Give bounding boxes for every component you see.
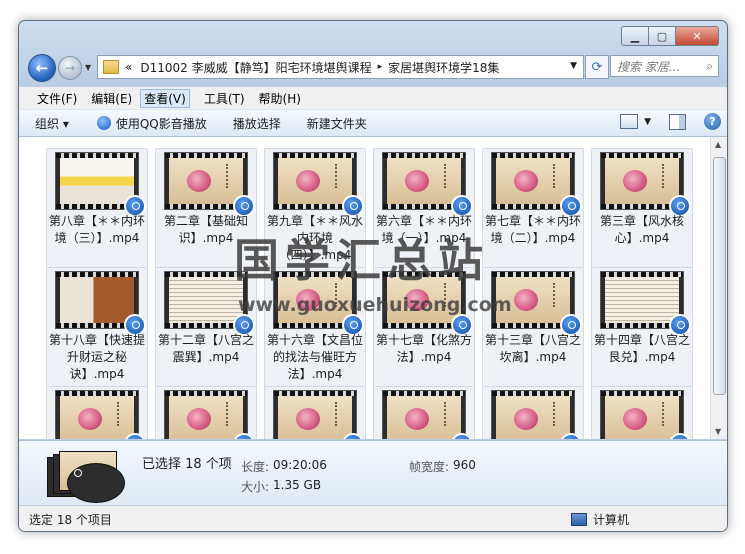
file-item[interactable]: 第三章【风水核心】.mp4 (591, 148, 693, 268)
file-item[interactable] (373, 386, 475, 439)
video-thumbnail (491, 152, 582, 217)
recent-pages-dropdown[interactable]: ▼ (85, 63, 91, 72)
video-thumbnail (55, 152, 146, 217)
length-value: 09:20:06 (273, 458, 327, 472)
file-name: 第十三章【八宫之坎离】.mp4 (484, 333, 581, 364)
close-button[interactable]: ✕ (676, 26, 719, 46)
play-with-qq-button[interactable]: 使用QQ影音播放 (96, 115, 207, 132)
video-thumbnail (164, 390, 255, 439)
details-pane: 已选择 18 个项 长度: 09:20:06 大小: 1.35 GB 帧宽度: … (19, 440, 727, 505)
back-button[interactable]: ← (28, 54, 56, 82)
video-thumbnail (273, 390, 364, 439)
organize-label: 组织 ▾ (35, 116, 69, 131)
video-thumbnail (55, 390, 146, 439)
navigation-row: ← → ▼ « D11002 李威威【静笃】阳宅环境堪舆课程 ▸ 家居堪舆环境学… (19, 51, 727, 85)
search-placeholder: 搜索 家居... (617, 59, 681, 74)
search-icon[interactable]: ⌕ (706, 59, 713, 74)
file-name: 第十六章【文昌位的找法与催旺方法】.mp4 (266, 333, 363, 381)
view-options-icon[interactable] (620, 114, 639, 129)
breadcrumb-separator[interactable]: ▸ (378, 62, 383, 72)
caption-buttons: ▁ ▢ ✕ (621, 26, 719, 46)
file-item[interactable]: 第十八章【快速提升财运之秘诀】.mp4 (46, 267, 148, 387)
help-icon[interactable]: ? (704, 113, 721, 130)
qq-player-icon (96, 116, 111, 130)
file-item[interactable]: 第八章【＊＊内环境（三）】.mp4 (46, 148, 148, 268)
video-thumbnail (600, 271, 691, 336)
file-name: 第三章【风水核心】.mp4 (599, 214, 684, 245)
length-label: 长度: (241, 460, 270, 474)
file-name: 第十四章【八宫之艮兑】.mp4 (593, 333, 690, 364)
menu-tools[interactable]: 工具(T) (204, 90, 245, 107)
scrollbar-thumb[interactable] (713, 157, 726, 395)
file-item[interactable]: 第十三章【八宫之坎离】.mp4 (482, 267, 584, 387)
frame-width-value: 960 (453, 458, 476, 472)
refresh-button[interactable]: ⟳ (585, 55, 609, 79)
size-value: 1.35 GB (273, 478, 322, 492)
scroll-down-icon[interactable]: ▼ (715, 427, 721, 436)
folder-icon (103, 60, 119, 74)
preview-pane-icon[interactable] (669, 113, 686, 130)
status-computer-label: 计算机 (593, 513, 630, 527)
play-selection-button[interactable]: 播放选择 (233, 115, 281, 132)
video-thumbnail (600, 152, 691, 217)
file-item[interactable] (264, 386, 366, 439)
address-dropdown-icon[interactable]: ▼ (570, 61, 577, 71)
play-selection-label: 播放选择 (232, 116, 281, 131)
video-thumbnail (491, 390, 582, 439)
address-prefix: « (125, 60, 133, 74)
file-item[interactable]: 第十六章【文昌位的找法与催旺方法】.mp4 (264, 267, 366, 387)
video-thumbnail (382, 390, 473, 439)
vertical-scrollbar[interactable]: ▲ ▼ (710, 137, 727, 439)
frame-width-label: 帧宽度: (409, 460, 450, 474)
watermark-text: 国学汇总站 (234, 234, 490, 287)
file-name: 第八章【＊＊内环境（三）】.mp4 (48, 214, 145, 245)
status-bar: 选定 18 个项目 计算机 (19, 505, 727, 531)
computer-icon (571, 513, 587, 526)
view-dropdown-icon[interactable]: ▼ (644, 117, 651, 127)
qq-player-icon (67, 463, 125, 503)
play-qq-label: 使用QQ影音播放 (115, 116, 207, 131)
video-thumbnail (382, 152, 473, 217)
watermark-url: www.guoxuehuizong.com (238, 294, 512, 316)
address-bar[interactable]: « D11002 李威威【静笃】阳宅环境堪舆课程 ▸ 家居堪舆环境学18集 ▼ (97, 55, 584, 79)
selection-stack-thumbnail (47, 451, 125, 503)
video-thumbnail (273, 152, 364, 217)
new-folder-label: 新建文件夹 (306, 116, 367, 131)
menu-bar: 文件(F) 编辑(E) 查看(V) 工具(T) 帮助(H) (19, 87, 727, 110)
maximize-button[interactable]: ▢ (649, 26, 676, 46)
menu-edit[interactable]: 编辑(E) (91, 90, 132, 107)
selected-count: 已选择 18 个项 (142, 457, 232, 472)
command-bar: 组织 ▾ 使用QQ影音播放 播放选择 新建文件夹 ▼ ? (19, 110, 727, 137)
breadcrumb-folder[interactable]: 家居堪舆环境学18集 (388, 59, 499, 76)
menu-help[interactable]: 帮助(H) (259, 90, 301, 107)
video-thumbnail (164, 152, 255, 217)
forward-button[interactable]: → (58, 56, 82, 80)
file-item[interactable] (155, 386, 257, 439)
toolbar-right: ▼ ? (620, 113, 721, 130)
file-name: 第十七章【化煞方法】.mp4 (375, 333, 472, 364)
file-item[interactable] (46, 386, 148, 439)
file-list: ▲ ▼ 第八章【＊＊内环境（三）】.mp4 第二章【基础知识】.mp4 第九章【＊＊… (19, 137, 727, 439)
menu-view[interactable]: 查看(V) (140, 88, 190, 108)
video-thumbnail (600, 390, 691, 439)
search-input[interactable]: 搜索 家居... ⌕ (610, 55, 719, 77)
status-location: 计算机 (571, 511, 629, 528)
organize-button[interactable]: 组织 ▾ (35, 115, 69, 132)
scroll-up-icon[interactable]: ▲ (715, 140, 721, 149)
minimize-button[interactable]: ▁ (621, 26, 649, 46)
size-label: 大小: (241, 480, 270, 494)
file-name: 第十二章【八宫之震巽】.mp4 (157, 333, 254, 364)
new-folder-button[interactable]: 新建文件夹 (307, 115, 367, 132)
file-name: 第十八章【快速提升财运之秘诀】.mp4 (48, 333, 145, 381)
video-thumbnail (55, 271, 146, 336)
status-selected-text: 选定 18 个项目 (29, 513, 112, 527)
breadcrumb-course[interactable]: D11002 李威威【静笃】阳宅环境堪舆课程 (140, 59, 371, 76)
file-item[interactable]: 第十四章【八宫之艮兑】.mp4 (591, 267, 693, 387)
file-item[interactable] (591, 386, 693, 439)
file-item[interactable] (482, 386, 584, 439)
menu-file[interactable]: 文件(F) (37, 90, 77, 107)
